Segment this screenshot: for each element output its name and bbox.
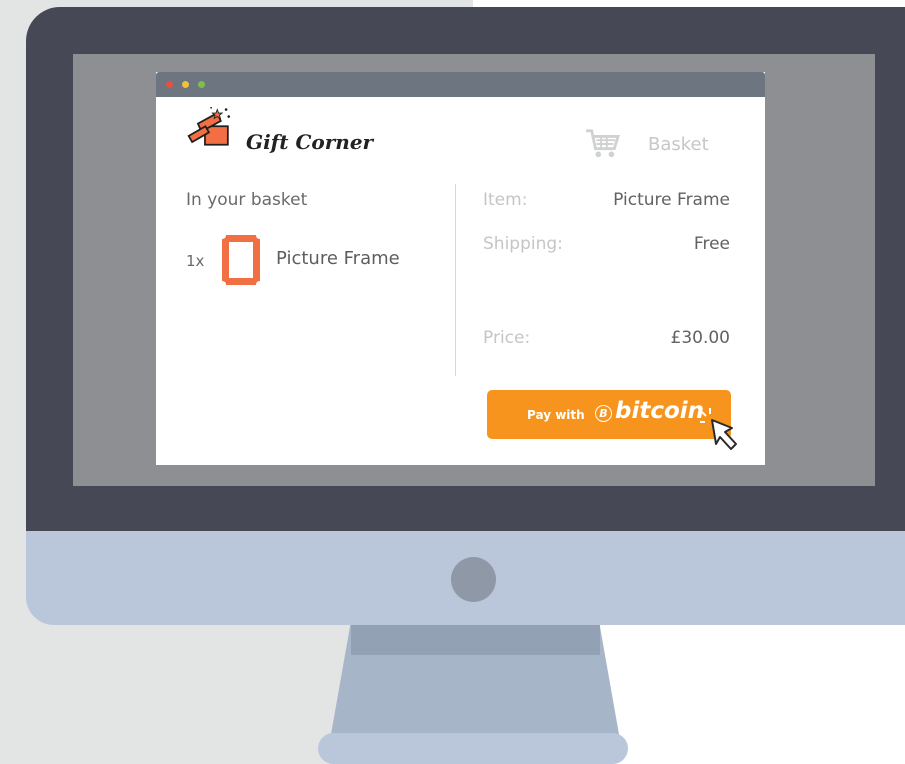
- close-window-button[interactable]: [166, 81, 173, 88]
- shipping-label: Shipping:: [483, 234, 563, 254]
- item-label: Item:: [483, 190, 528, 210]
- section-divider: [455, 184, 456, 376]
- bitcoin-icon: B: [595, 405, 612, 422]
- item-quantity: 1x: [186, 252, 205, 270]
- item-value: Picture Frame: [613, 190, 730, 210]
- pay-with-bitcoin-button[interactable]: Pay with B bitcoin: [487, 390, 731, 439]
- basket-heading: In your basket: [186, 190, 308, 210]
- brand-name[interactable]: Gift Corner: [246, 130, 373, 154]
- monitor-stand-shadow: [351, 625, 600, 655]
- picture-frame-icon: [222, 235, 260, 285]
- shopping-cart-icon[interactable]: [583, 128, 623, 160]
- power-button[interactable]: [451, 557, 496, 602]
- gift-box-icon: [187, 106, 231, 146]
- basket-item-name: Picture Frame: [276, 248, 400, 269]
- maximize-window-button[interactable]: [198, 81, 205, 88]
- shipping-value: Free: [693, 234, 730, 254]
- browser-titlebar: [156, 72, 765, 97]
- price-label: Price:: [483, 328, 531, 348]
- bitcoin-wordmark: bitcoin: [615, 398, 705, 424]
- monitor-base: [318, 733, 628, 764]
- price-value: £30.00: [670, 328, 730, 348]
- pay-button-prefix: Pay with: [527, 408, 585, 422]
- hand-pointer-icon: [700, 408, 737, 450]
- minimize-window-button[interactable]: [182, 81, 189, 88]
- browser-window: Gift Corner Basket In your basket 1x Pic…: [156, 72, 765, 465]
- basket-link-label[interactable]: Basket: [648, 134, 709, 155]
